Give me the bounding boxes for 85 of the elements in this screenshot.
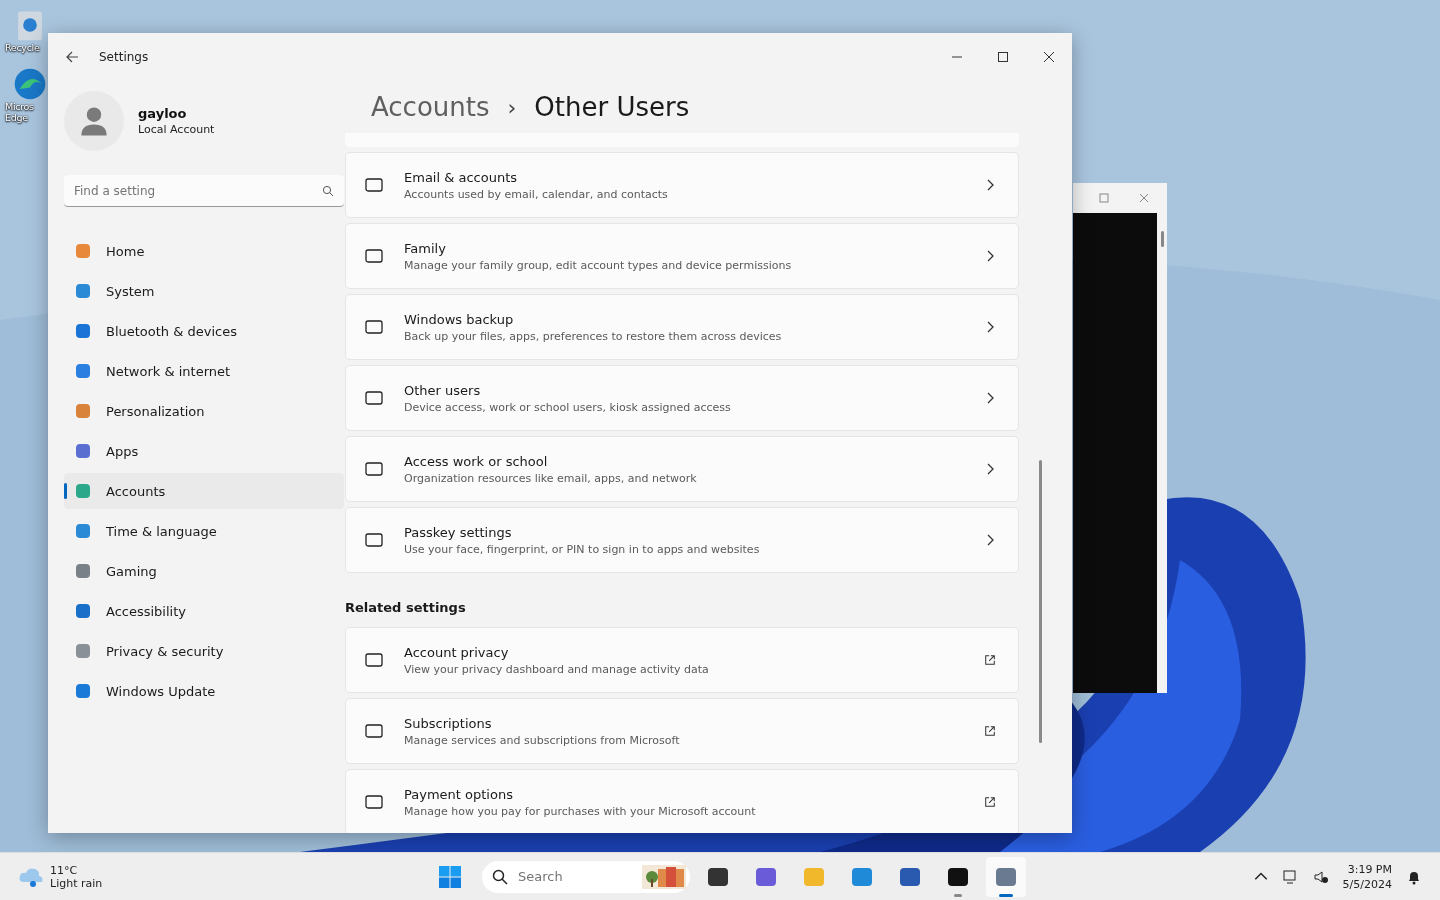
clock-time[interactable]: 3:19 PM	[1347, 862, 1392, 876]
setting-title: Payment options	[404, 786, 514, 802]
network-icon[interactable]	[1282, 868, 1299, 885]
search-icon	[492, 868, 508, 885]
setting-description: Device access, work or school users, kiosk assigned access	[404, 400, 732, 414]
category-icon	[74, 682, 92, 700]
start-icon[interactable]	[438, 864, 462, 889]
setting-description: Manage services and subscriptions from Microsoft	[404, 733, 681, 747]
settings-row[interactable]: Access work or school Organization resources like email, apps, and network	[345, 436, 1019, 502]
setting-title: Subscriptions	[404, 715, 493, 731]
back-arrow-icon[interactable]	[65, 50, 79, 64]
setting-title: Account privacy	[404, 644, 510, 660]
search-icon	[322, 185, 334, 197]
close-icon[interactable]	[1044, 52, 1054, 62]
sidebar-item[interactable]: Gaming	[64, 553, 344, 589]
temperature[interactable]: 11°C	[50, 863, 103, 877]
setting-icon	[364, 650, 384, 670]
account-type: Local Account	[138, 123, 215, 136]
maximize-icon[interactable]	[998, 52, 1008, 62]
settings-row[interactable]: Subscriptions Manage services and subscriptions from Microsoft	[345, 698, 1019, 764]
weather-condition[interactable]: Light rain	[50, 876, 103, 890]
setting-icon	[364, 792, 384, 812]
category-icon	[74, 362, 92, 380]
setting-icon	[364, 246, 384, 266]
sidebar-item[interactable]: Personalization	[64, 393, 344, 429]
breadcrumb-link[interactable]: Accounts	[371, 92, 490, 122]
sidebar-item[interactable]: Network & internet	[64, 353, 344, 389]
setting-title: Other users	[404, 382, 482, 398]
category-icon	[74, 402, 92, 420]
settings-row[interactable]: Account privacy View your privacy dashboard and manage activity data	[345, 627, 1019, 693]
category-icon	[74, 522, 92, 540]
settings-row[interactable]: Other users Device access, work or school users, kiosk assigned access	[345, 365, 1019, 431]
sidebar-item[interactable]: Bluetooth & devices	[64, 313, 344, 349]
page-title: Other Users	[534, 92, 690, 122]
muted-speaker-icon[interactable]	[1312, 868, 1329, 885]
scrollbar[interactable]	[1039, 460, 1042, 743]
setting-icon	[364, 530, 384, 550]
sidebar-item[interactable]: Windows Update	[64, 673, 344, 709]
category-icon	[74, 442, 92, 460]
setting-icon	[364, 721, 384, 741]
external-link-icon	[984, 724, 996, 738]
external-link-icon	[984, 653, 996, 667]
setting-icon	[364, 175, 384, 195]
sidebar-item[interactable]: Time & language	[64, 513, 344, 549]
settings-row[interactable]: Email & accounts Accounts used by email, calendar, and contacts	[345, 152, 1019, 218]
setting-description: Manage your family group, edit account types and device permissions	[404, 258, 793, 272]
user-name: gayloo	[138, 106, 188, 121]
setting-title: Passkey settings	[404, 524, 513, 540]
setting-title: Access work or school	[404, 453, 549, 469]
section-heading: Related settings	[345, 600, 467, 615]
settings-row[interactable]: Windows backup Back up your files, apps, preferences to restore them across devices	[345, 294, 1019, 360]
setting-description: Manage how you pay for purchases with your Microsoft account	[404, 804, 757, 818]
sidebar-item[interactable]: System	[64, 273, 344, 309]
sidebar-item[interactable]: Accounts	[64, 473, 344, 509]
clock-date[interactable]: 5/5/2024	[1342, 877, 1392, 891]
category-icon	[74, 322, 92, 340]
sidebar-item[interactable]: Privacy & security	[64, 633, 344, 669]
setting-description: Organization resources like email, apps, and network	[404, 471, 698, 485]
category-icon	[74, 602, 92, 620]
sidebar-item[interactable]: Home	[64, 233, 344, 269]
setting-title: Family	[404, 240, 447, 256]
scrollbar[interactable]	[1161, 231, 1164, 247]
sidebar-item[interactable]: Accessibility	[64, 593, 344, 629]
setting-description: Use your face, fingerprint, or PIN to sign in to apps and websites	[404, 542, 761, 556]
category-icon	[74, 282, 92, 300]
settings-row[interactable]: Family Manage your family group, edit account types and device permissions	[345, 223, 1019, 289]
setting-description: Accounts used by email, calendar, and contacts	[404, 187, 669, 201]
category-icon	[74, 242, 92, 260]
setting-description: Back up your files, apps, preferences to restore them across devices	[404, 329, 783, 343]
setting-icon	[364, 388, 384, 408]
sidebar-item[interactable]: Apps	[64, 433, 344, 469]
setting-icon	[364, 459, 384, 479]
setting-title: Windows backup	[404, 311, 515, 327]
setting-icon	[364, 317, 384, 337]
category-icon	[74, 482, 92, 500]
setting-description: View your privacy dashboard and manage activity data	[404, 662, 710, 676]
settings-row[interactable]: Payment options Manage how you pay for purchases with your Microsoft account	[345, 769, 1019, 833]
setting-title: Email & accounts	[404, 169, 519, 185]
settings-row[interactable]: Passkey settings Use your face, fingerprint, or PIN to sign in to apps and websites	[345, 507, 1019, 573]
settings-search-field[interactable]: Find a setting	[64, 175, 344, 207]
window-title: Settings	[99, 50, 149, 64]
category-icon	[74, 642, 92, 660]
category-icon	[74, 562, 92, 580]
external-link-icon	[984, 795, 996, 809]
breadcrumb-separator: ›	[507, 94, 517, 120]
